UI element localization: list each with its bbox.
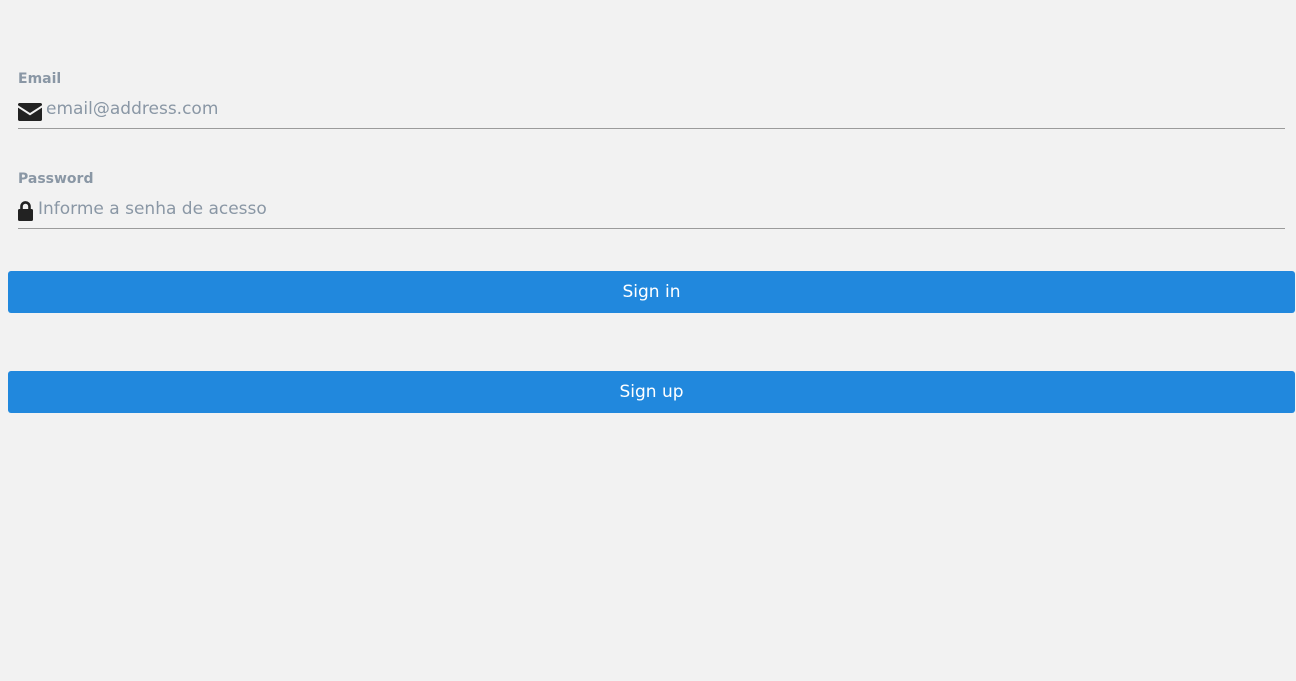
envelope-icon	[18, 103, 42, 121]
email-input[interactable]	[46, 96, 1285, 122]
email-label: Email	[18, 71, 62, 87]
password-input[interactable]	[38, 196, 1285, 222]
email-input-row	[18, 94, 1285, 129]
sign-in-button[interactable]: Sign in	[8, 271, 1295, 313]
password-input-row	[18, 194, 1285, 229]
sign-up-button[interactable]: Sign up	[8, 371, 1295, 413]
lock-icon	[18, 201, 33, 221]
password-label: Password	[18, 171, 94, 187]
